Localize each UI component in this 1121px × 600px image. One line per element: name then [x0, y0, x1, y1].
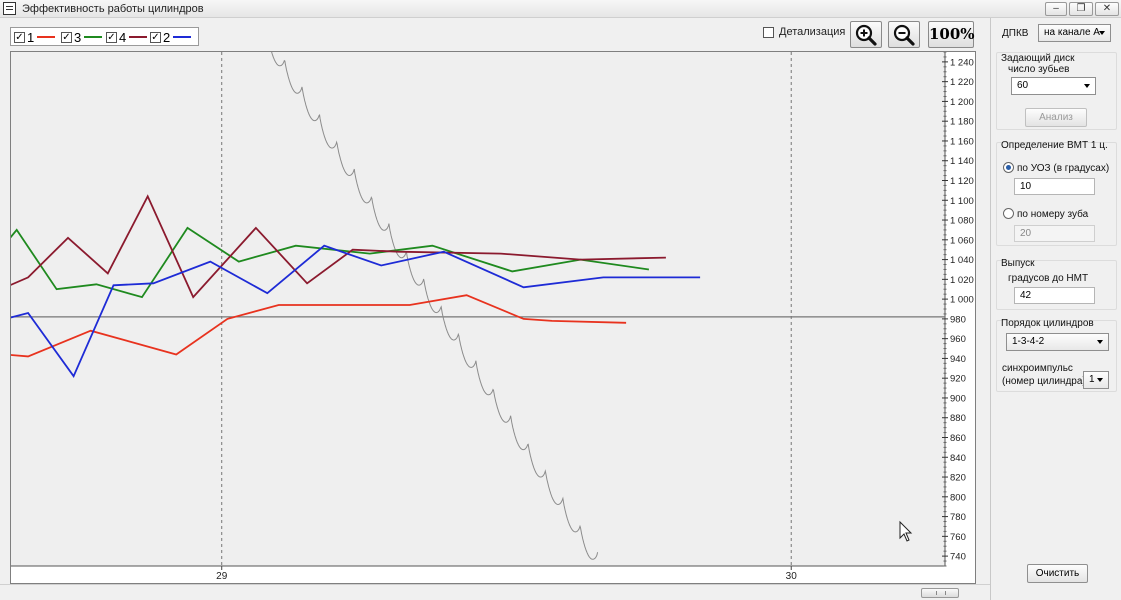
dpkv-select[interactable]: на канале А — [1038, 24, 1111, 42]
legend-item-1[interactable]: ✓ 1 — [14, 29, 56, 45]
y-tick-label: 880 — [950, 413, 966, 424]
settings-panel: ДПКВ на канале А Задающий диск число зуб… — [990, 18, 1121, 600]
title-bar[interactable]: Эффективность работы цилиндров – ❐ ✕ — [0, 0, 1121, 18]
legend-swatch-2 — [173, 36, 192, 38]
y-tick-label: 1 220 — [950, 77, 974, 88]
y-tick-label: 820 — [950, 473, 966, 484]
tooth-label: по номеру зуба — [1017, 209, 1089, 220]
uoz-radio[interactable] — [1003, 162, 1014, 173]
uoz-label: по УОЗ (в градусах) — [1017, 163, 1110, 174]
horizontal-scrollbar[interactable] — [0, 584, 990, 600]
y-tick-label: 800 — [950, 492, 966, 503]
window-title: Эффективность работы цилиндров — [22, 3, 204, 15]
legend-label-4: 4 — [119, 29, 127, 45]
y-tick-label: 940 — [950, 354, 966, 365]
legend-checkbox-1[interactable]: ✓ — [14, 31, 25, 43]
tooth-radio[interactable] — [1003, 208, 1014, 219]
tooth-input[interactable]: 20 — [1014, 225, 1095, 242]
y-tick-label: 1 000 — [950, 295, 974, 306]
teeth-label: число зубьев — [1008, 64, 1070, 75]
y-tick-label: 1 100 — [950, 196, 974, 207]
x-tick-label: 29 — [216, 571, 228, 582]
y-tick-label: 840 — [950, 453, 966, 464]
sync-label-2: (номер цилиндра) — [1002, 376, 1086, 387]
close-button[interactable]: ✕ — [1095, 2, 1119, 16]
y-tick-label: 1 180 — [950, 117, 974, 128]
zoom-out-icon — [893, 24, 915, 46]
plot-background — [11, 52, 945, 566]
disc-group-label: Задающий диск — [1001, 53, 1075, 64]
legend-item-2[interactable]: ✓ 2 — [150, 29, 192, 45]
zoom-out-button[interactable] — [888, 21, 920, 48]
legend-label-3: 3 — [74, 29, 82, 45]
y-tick-label: 980 — [950, 314, 966, 325]
order-select[interactable]: 1-3-4-2 — [1006, 333, 1109, 351]
legend-label-2: 2 — [163, 29, 171, 45]
teeth-select[interactable]: 60 — [1011, 77, 1096, 95]
clear-button[interactable]: Очистить — [1027, 564, 1088, 583]
y-tick-label: 1 080 — [950, 216, 974, 227]
maximize-button[interactable]: ❐ — [1069, 2, 1093, 16]
x-tick-label: 30 — [786, 571, 798, 582]
legend-checkbox-3[interactable]: ✓ — [61, 31, 72, 43]
legend-item-4[interactable]: ✓ 4 — [106, 29, 148, 45]
sync-select[interactable]: 1 — [1083, 371, 1109, 389]
y-tick-label: 760 — [950, 532, 966, 543]
chart-area[interactable]: 29 30 740 760 780 800 820 840 860 880 900 920 940 960… — [10, 51, 976, 584]
legend-checkbox-4[interactable]: ✓ — [106, 31, 117, 43]
chart-svg: 29 30 740 760 780 800 820 840 860 880 900 920 940 960… — [11, 51, 974, 582]
y-tick-label: 1 060 — [950, 235, 974, 246]
legend-item-3[interactable]: ✓ 3 — [61, 29, 103, 45]
y-tick-label: 780 — [950, 512, 966, 523]
detail-toggle[interactable]: Детализация — [763, 26, 845, 38]
sync-label-1: синхроимпульс — [1002, 363, 1073, 374]
legend-swatch-1 — [37, 36, 56, 38]
y-tick-label: 860 — [950, 433, 966, 444]
legend-label-1: 1 — [27, 29, 35, 45]
zoom-reset-button[interactable]: 100% — [928, 21, 975, 48]
y-tick-label: 920 — [950, 374, 966, 385]
y-tick-label: 960 — [950, 334, 966, 345]
vmt-group-label: Определение ВМТ 1 ц. — [1001, 140, 1108, 151]
y-tick-label: 1 020 — [950, 275, 974, 286]
dpkv-label: ДПКВ — [1002, 28, 1029, 39]
uoz-input[interactable]: 10 — [1014, 178, 1095, 195]
nmt-label: градусов до НМТ — [1008, 273, 1089, 284]
exhaust-group-label: Выпуск — [1001, 258, 1035, 269]
legend-swatch-3 — [84, 36, 103, 38]
y-tick-label: 1 140 — [950, 156, 974, 167]
detail-checkbox[interactable] — [763, 26, 774, 38]
app-icon — [3, 2, 16, 15]
minimize-button[interactable]: – — [1045, 2, 1067, 16]
y-tick-label: 1 120 — [950, 176, 974, 187]
scrollbar-thumb[interactable] — [921, 588, 959, 598]
legend-checkbox-2[interactable]: ✓ — [150, 31, 161, 43]
y-tick-label: 740 — [950, 552, 966, 563]
zoom-in-button[interactable] — [850, 21, 882, 48]
zoom-in-icon — [855, 24, 877, 46]
y-tick-label: 1 160 — [950, 136, 974, 147]
detail-label: Детализация — [779, 26, 846, 38]
y-tick-label: 1 200 — [950, 97, 974, 108]
analyze-button[interactable]: Анализ — [1025, 108, 1087, 127]
y-tick-label: 900 — [950, 393, 966, 404]
y-tick-label: 1 240 — [950, 57, 974, 68]
legend-swatch-4 — [129, 36, 148, 38]
series-legend: ✓ 1 ✓ 3 ✓ 4 ✓ 2 — [10, 27, 199, 46]
y-tick-label: 1 040 — [950, 255, 974, 266]
app-window: Эффективность работы цилиндров – ❐ ✕ ✓ 1… — [0, 0, 1121, 600]
order-group-label: Порядок цилиндров — [1001, 318, 1094, 329]
nmt-input[interactable]: 42 — [1014, 287, 1095, 304]
